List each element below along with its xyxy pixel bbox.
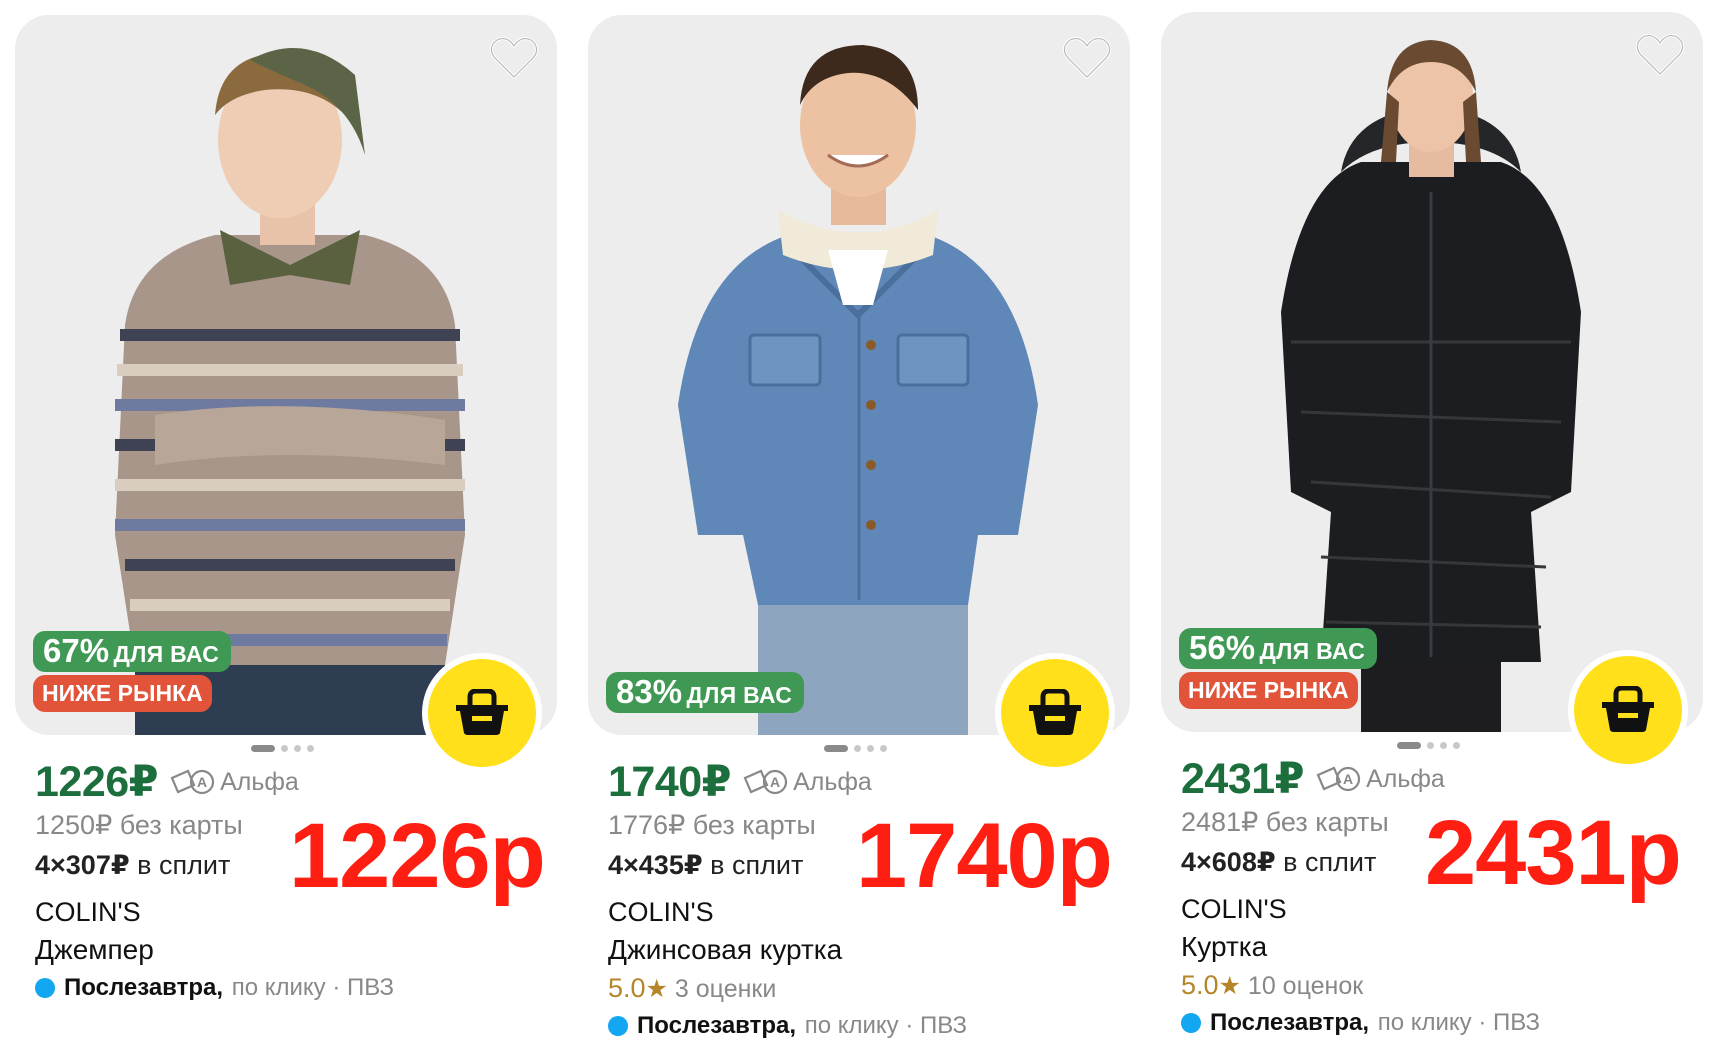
personal-discount-badge: 56% ДЛЯ ВАС [1179,628,1378,669]
delivery-info: Послезавтра, по клику · ПВЗ [1181,1004,1701,1040]
star-icon: ★ [1218,972,1241,1000]
pager-dot-active [251,745,275,752]
delivery-method: по клику · ПВЗ [804,1012,967,1039]
overlay-price: 1226р [289,805,546,907]
personal-discount-badge: 67% ДЛЯ ВАС [33,631,232,672]
pager-dot [1427,742,1434,749]
current-price: 1226₽ [35,758,159,806]
basket-icon [456,689,508,735]
split-label: в сплит [137,850,231,880]
split-label: в сплит [1283,847,1377,877]
current-price: 1740₽ [608,758,732,806]
bank-offer: А Альфа [741,768,872,797]
bank-name: Альфа [793,767,872,796]
svg-text:А: А [1343,771,1353,787]
add-to-cart-button[interactable] [1568,650,1688,770]
image-pager[interactable] [824,745,887,752]
product-title[interactable]: Куртка [1181,928,1701,966]
product-image[interactable]: 83% ДЛЯ ВАС [588,15,1130,735]
split-amount: 4×307₽ [35,850,130,880]
pager-dot [854,745,861,752]
personal-discount-badge: 83% ДЛЯ ВАС [606,672,805,713]
delivery-dot-icon [1181,1013,1201,1033]
delivery-day: Послезавтра, [1210,1009,1370,1036]
current-price: 2431₽ [1181,755,1305,803]
overlay-price: 2431р [1425,802,1682,904]
product-photo-coat [1161,12,1703,732]
rating-count: 10 оценок [1247,972,1364,1000]
bank-name: Альфа [1366,764,1445,793]
below-market-badge: НИЖЕ РЫНКА [33,675,212,712]
pager-dot [1453,742,1460,749]
add-to-cart-button[interactable] [422,653,542,773]
delivery-day: Послезавтра, [637,1012,797,1039]
product-rating[interactable]: 5.0★ 10 оценок [1181,966,1701,1004]
product-card-denim-jacket[interactable]: 83% ДЛЯ ВАС 1740₽ А Альфа 1776₽ без карт… [588,15,1130,1039]
product-rating[interactable]: 5.0★ 3 оценки [608,969,1128,1007]
alfa-card-icon: А [743,769,788,795]
svg-text:А: А [770,774,780,790]
rating-score: 5.0 [608,973,646,1003]
favorite-heart-icon[interactable] [1062,35,1112,81]
product-image[interactable]: 67% ДЛЯ ВАС НИЖЕ РЫНКА [15,15,557,735]
bank-offer: А Альфа [1314,765,1445,794]
product-card-coat[interactable]: 56% ДЛЯ ВАС НИЖЕ РЫНКА 2431₽ А Альфа 248 [1161,12,1703,1036]
product-title[interactable]: Джинсовая куртка [608,931,1128,969]
overlay-price: 1740р [856,805,1113,907]
delivery-dot-icon [35,978,55,998]
product-card-jumper[interactable]: 67% ДЛЯ ВАС НИЖЕ РЫНКА 1226₽ А Альфа 125 [15,15,557,1001]
pager-dot [880,745,887,752]
below-market-badge: НИЖЕ РЫНКА [1179,672,1358,709]
pager-dot [281,745,288,752]
split-amount: 4×608₽ [1181,847,1276,877]
bank-offer: А Альфа [168,768,299,797]
product-title[interactable]: Джемпер [35,931,555,969]
favorite-heart-icon[interactable] [489,35,539,81]
rating-count: 3 оценки [674,975,777,1003]
delivery-method: по клику · ПВЗ [231,974,394,1001]
bank-name: Альфа [220,767,299,796]
product-image[interactable]: 56% ДЛЯ ВАС НИЖЕ РЫНКА [1161,12,1703,732]
basket-icon [1029,689,1081,735]
product-photo-denim-jacket [588,15,1130,735]
pager-dot-active [824,745,848,752]
image-pager[interactable] [251,745,314,752]
rating-score: 5.0 [1181,970,1219,1000]
alfa-card-icon: А [170,769,215,795]
image-pager[interactable] [1397,742,1460,749]
delivery-info: Послезавтра, по клику · ПВЗ [35,969,555,1007]
product-photo-jumper [15,15,557,735]
pager-dot [1440,742,1447,749]
delivery-method: по клику · ПВЗ [1377,1009,1540,1036]
price-badges: 67% ДЛЯ ВАС НИЖЕ РЫНКА [33,631,232,712]
split-amount: 4×435₽ [608,850,703,880]
price-badges: 56% ДЛЯ ВАС НИЖЕ РЫНКА [1179,628,1378,709]
favorite-heart-icon[interactable] [1635,32,1685,78]
split-label: в сплит [710,850,804,880]
add-to-cart-button[interactable] [995,653,1115,773]
delivery-dot-icon [608,1016,628,1036]
pager-dot [307,745,314,752]
pager-dot [294,745,301,752]
price-badges: 83% ДЛЯ ВАС [606,672,805,713]
pager-dot-active [1397,742,1421,749]
alfa-card-icon: А [1316,766,1361,792]
delivery-day: Послезавтра, [64,974,224,1001]
star-icon: ★ [645,975,668,1003]
basket-icon [1602,686,1654,732]
pager-dot [867,745,874,752]
svg-text:А: А [197,774,207,790]
delivery-info: Послезавтра, по клику · ПВЗ [608,1007,1128,1040]
